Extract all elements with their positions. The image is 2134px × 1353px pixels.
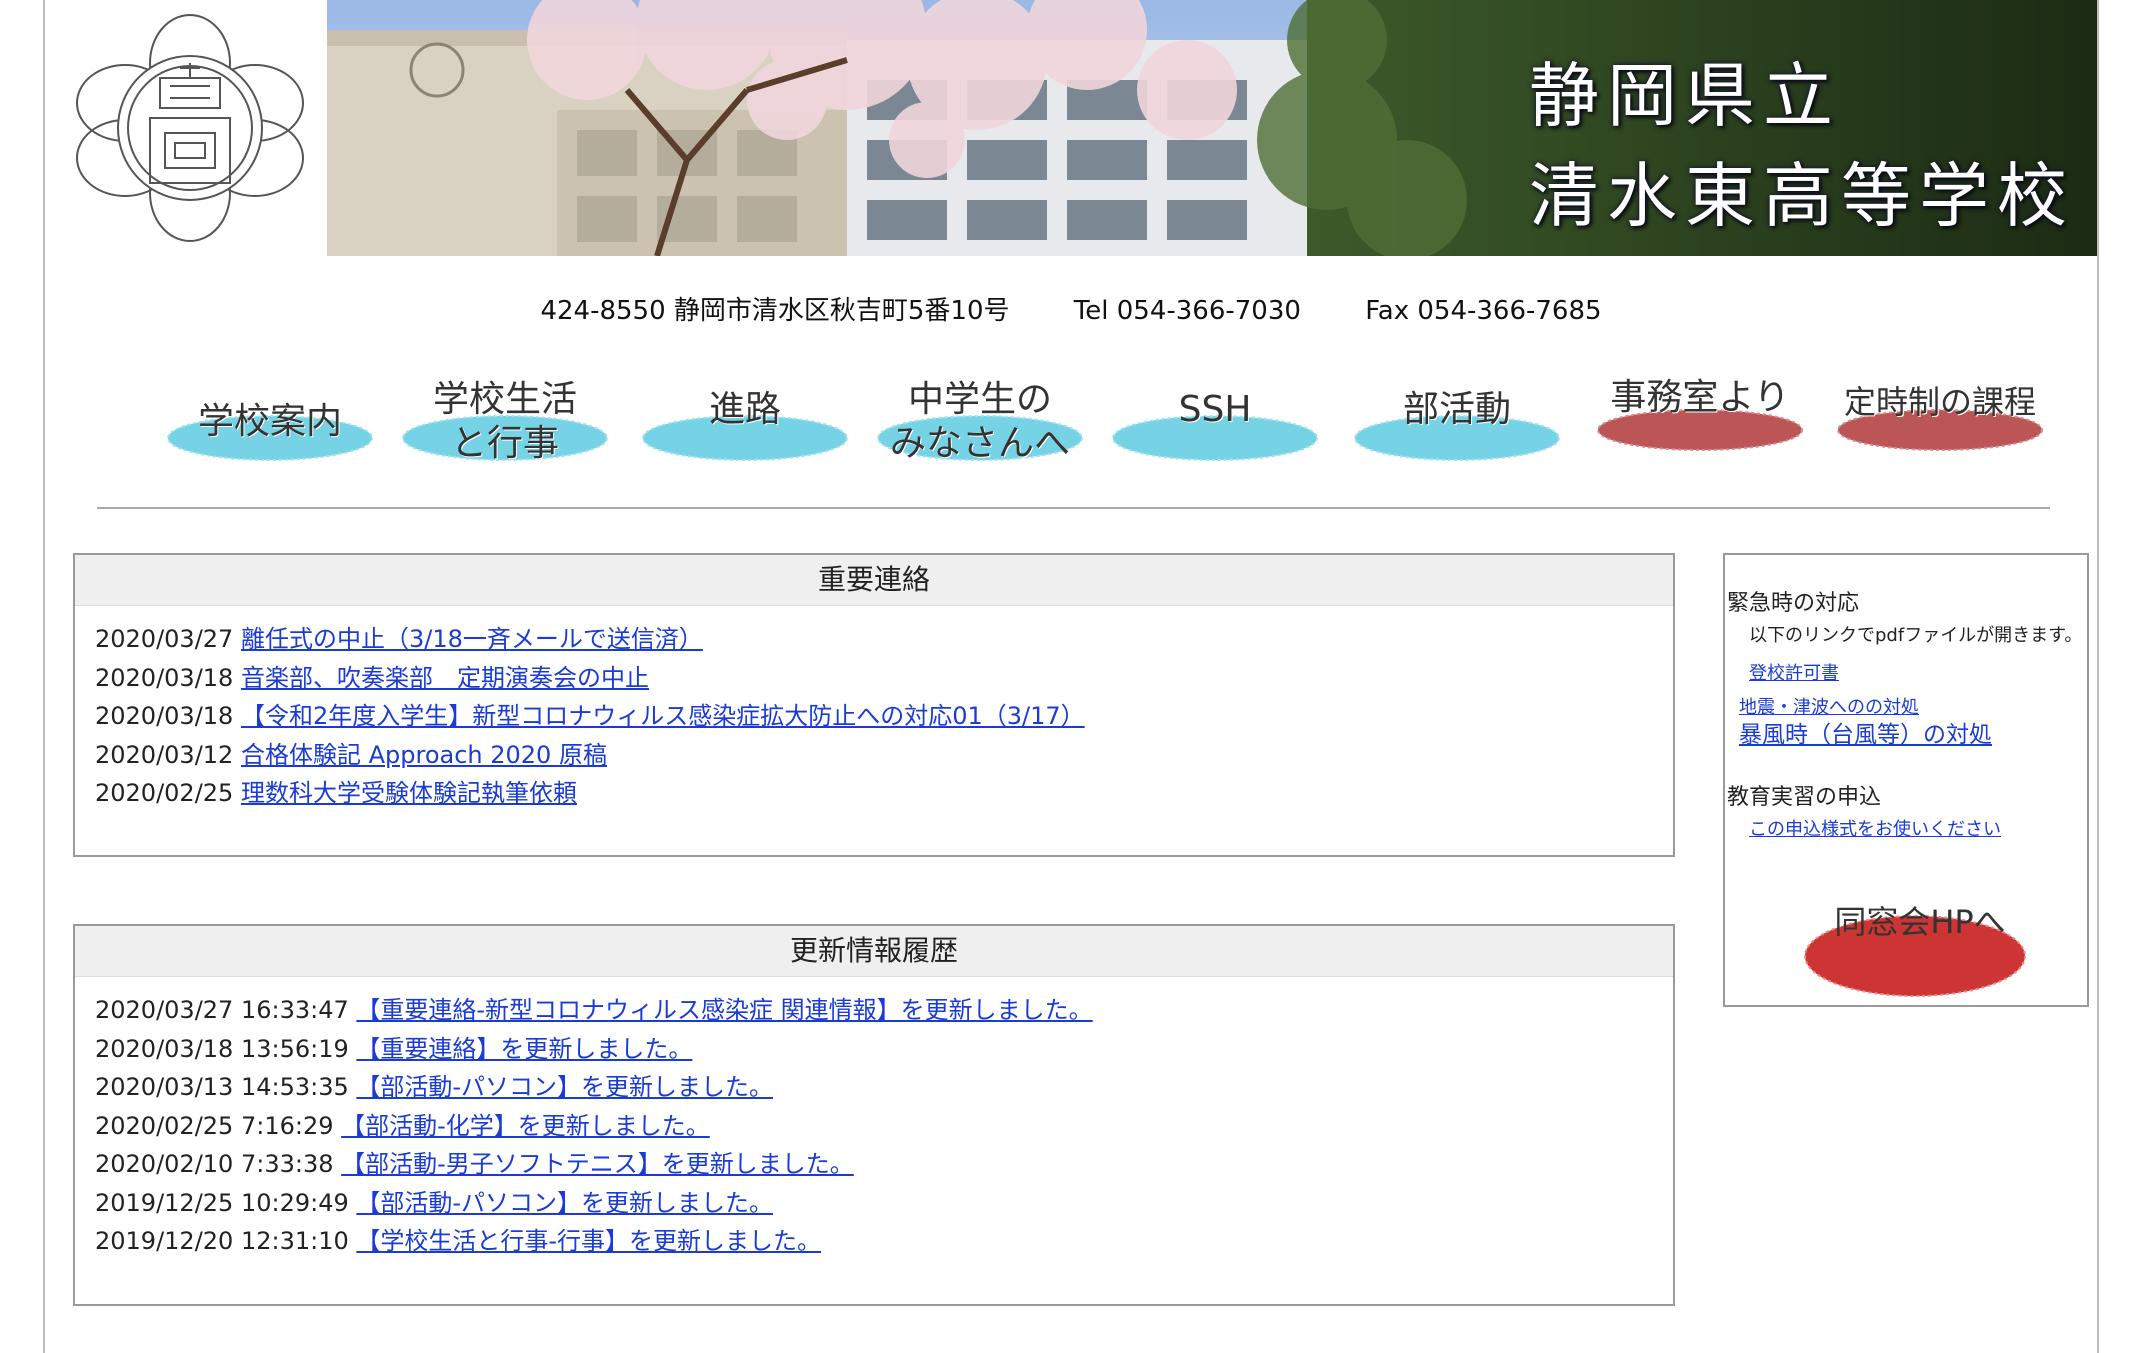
list-item: 2020/03/27 離任式の中止（3/18一斉メールで送信済） <box>95 620 1653 659</box>
main-nav: 学校案内 学校生活 と行事 進路 中学生の みなさんへ SSH 部活動 事務室よ… <box>115 370 2075 490</box>
item-link[interactable]: 【令和2年度入学生】新型コロナウィルス感染症拡大防止への対応01（3/17） <box>241 702 1085 730</box>
nav-school-guide[interactable]: 学校案内 <box>165 370 375 490</box>
sidebar: 緊急時の対応 以下のリンクでpdfファイルが開きます。 登校許可書 地震・津波へ… <box>1723 553 2089 1007</box>
list-item: 2020/02/25 7:16:29 【部活動-化学】を更新しました。 <box>95 1107 1653 1146</box>
list-item: 2020/02/10 7:33:38 【部活動-男子ソフトテニス】を更新しました… <box>95 1145 1653 1184</box>
item-date: 2020/03/18 <box>95 702 234 730</box>
list-item: 2020/03/18 13:56:19 【重要連絡】を更新しました。 <box>95 1030 1653 1069</box>
important-list: 2020/03/27 離任式の中止（3/18一斉メールで送信済） 2020/03/… <box>75 606 1673 813</box>
practicum-form-link[interactable]: この申込様式をお使いください <box>1749 815 2001 841</box>
list-item: 2020/03/18 音楽部、吹奏楽部 定期演奏会の中止 <box>95 659 1653 698</box>
contact-info: 424-8550 静岡市清水区秋吉町5番10号 Tel 054-366-7030… <box>45 290 2097 327</box>
banner-image: 静岡県立 清水東高等学校 <box>327 0 2097 256</box>
item-date: 2020/03/27 16:33:47 <box>95 996 349 1024</box>
item-date: 2020/02/10 7:33:38 <box>95 1150 334 1178</box>
school-name-line1: 静岡県立 <box>1529 55 1841 137</box>
practicum-title: 教育実習の申込 <box>1727 785 1882 810</box>
item-link[interactable]: 【重要連絡-新型コロナウィルス感染症 関連情報】を更新しました。 <box>356 996 1092 1024</box>
item-date: 2019/12/25 10:29:49 <box>95 1188 349 1217</box>
storm-response-link[interactable]: 暴風時（台風等）の対処 <box>1739 715 1992 749</box>
updates-list: 2020/03/27 16:33:47 【重要連絡-新型コロナウィルス感染症 関… <box>75 977 1673 1261</box>
nav-label: 部活動 <box>1402 389 1511 430</box>
alumni-hp-button[interactable]: 同窓会HPへ <box>1785 891 2045 1001</box>
nav-ssh[interactable]: SSH <box>1110 370 1320 490</box>
emergency-note: 以下のリンクでpdfファイルが開きます。 <box>1749 625 2083 646</box>
item-date: 2020/03/27 <box>95 625 234 653</box>
item-link[interactable]: 離任式の中止（3/18一斉メールで送信済） <box>241 625 703 653</box>
list-item: 2020/03/12 合格体験記 Approach 2020 原稿 <box>95 736 1653 775</box>
item-link[interactable]: 音楽部、吹奏楽部 定期演奏会の中止 <box>241 664 649 692</box>
nav-office[interactable]: 事務室より <box>1595 370 1805 490</box>
item-link[interactable]: 【重要連絡】を更新しました。 <box>356 1035 692 1063</box>
nav-school-life[interactable]: 学校生活 と行事 <box>400 370 610 490</box>
alumni-label: 同窓会HPへ <box>1834 903 2006 941</box>
nav-junior-high[interactable]: 中学生の みなさんへ <box>875 370 1085 490</box>
nav-label-line2: みなさんへ <box>889 423 1070 464</box>
nav-club-activities[interactable]: 部活動 <box>1352 370 1562 490</box>
item-date: 2020/03/18 <box>95 663 234 692</box>
list-item: 2020/03/13 14:53:35 【部活動-パソコン】を更新しました。 <box>95 1068 1653 1107</box>
page-container: 静岡県立 清水東高等学校 424-8550 静岡市清水区秋吉町5番10号 Tel… <box>43 0 2099 1353</box>
fax-text: Fax 054-366-7685 <box>1365 296 1602 326</box>
nav-label: 事務室より <box>1610 377 1790 418</box>
update-history-panel: 更新情報履歴 2020/03/27 16:33:47 【重要連絡-新型コロナウィ… <box>73 924 1675 1306</box>
panel-title: 重要連絡 <box>75 555 1673 606</box>
list-item: 2020/03/27 16:33:47 【重要連絡-新型コロナウィルス感染症 関… <box>95 991 1653 1030</box>
item-date: 2020/03/13 14:53:35 <box>95 1073 349 1101</box>
item-link[interactable]: 理数科大学受験体験記執筆依頼 <box>241 779 577 807</box>
divider <box>97 507 2050 509</box>
item-date: 2020/02/25 <box>95 779 234 807</box>
list-item: 2019/12/25 10:29:49 【部活動-パソコン】を更新しました。 <box>95 1184 1653 1223</box>
list-item: 2020/02/25 理数科大学受験体験記執筆依頼 <box>95 774 1653 813</box>
nav-label: 学校生活 と行事 <box>400 378 610 466</box>
school-name: 静岡県立 清水東高等学校 <box>1529 46 2075 246</box>
item-link[interactable]: 【部活動-男子ソフトテニス】を更新しました。 <box>341 1150 854 1178</box>
list-item: 2020/03/18 【令和2年度入学生】新型コロナウィルス感染症拡大防止への対… <box>95 697 1653 736</box>
item-date: 2020/03/12 <box>95 740 234 769</box>
nav-label-line2: と行事 <box>450 423 559 464</box>
nav-label: SSH <box>1178 389 1252 430</box>
item-link[interactable]: 【学校生活と行事-行事】を更新しました。 <box>356 1227 821 1255</box>
nav-part-time-course[interactable]: 定時制の課程 <box>1835 370 2045 490</box>
site-header: 静岡県立 清水東高等学校 <box>45 0 2097 256</box>
nav-label-line1: 中学生の <box>907 379 1052 420</box>
item-date: 2020/02/25 7:16:29 <box>95 1111 334 1140</box>
emergency-title: 緊急時の対応 <box>1727 591 1860 616</box>
nav-label: 定時制の課程 <box>1843 383 2036 421</box>
item-date: 2019/12/20 12:31:10 <box>95 1227 349 1255</box>
important-notices-panel: 重要連絡 2020/03/27 離任式の中止（3/18一斉メールで送信済） 202… <box>73 553 1675 857</box>
nav-label-line1: 学校生活 <box>432 379 577 420</box>
school-crest-icon[interactable] <box>75 8 305 248</box>
item-link[interactable]: 合格体験記 Approach 2020 原稿 <box>241 741 607 769</box>
item-link[interactable]: 【部活動-パソコン】を更新しました。 <box>356 1073 773 1101</box>
panel-title: 更新情報履歴 <box>75 926 1673 977</box>
nav-label: 学校案内 <box>197 401 342 442</box>
address-text: 424-8550 静岡市清水区秋吉町5番10号 <box>540 296 1010 326</box>
item-link[interactable]: 【部活動-パソコン】を更新しました。 <box>356 1189 773 1217</box>
attendance-permit-link[interactable]: 登校許可書 <box>1749 659 1839 685</box>
school-name-line2: 清水東高等学校 <box>1529 155 2075 237</box>
list-item: 2019/12/20 12:31:10 【学校生活と行事-行事】を更新しました。 <box>95 1222 1653 1261</box>
nav-label: 中学生の みなさんへ <box>875 378 1085 466</box>
item-date: 2020/03/18 13:56:19 <box>95 1034 349 1063</box>
nav-career[interactable]: 進路 <box>640 370 850 490</box>
nav-label: 進路 <box>708 389 781 430</box>
tel-text: Tel 054-366-7030 <box>1073 296 1301 326</box>
item-link[interactable]: 【部活動-化学】を更新しました。 <box>341 1112 710 1140</box>
